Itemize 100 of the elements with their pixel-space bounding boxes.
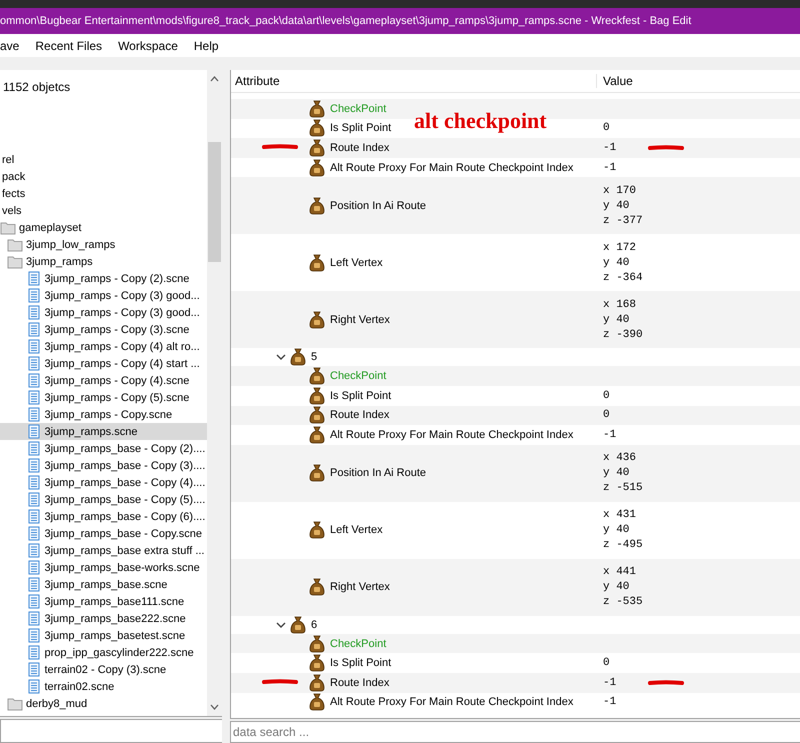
tree-item[interactable]: terrain02.scne [0,678,207,695]
vector-component: z -495 [603,539,643,552]
attribute-name: Is Split Point [330,657,392,670]
attribute-value: 0 [603,657,610,670]
sack-icon [309,119,325,138]
tree-item[interactable]: 3jump_ramps - Copy (3) good... [0,304,207,321]
menu-item[interactable]: Workspace [118,38,178,52]
document-icon [26,305,42,320]
vector-component: x 431 [603,509,638,522]
tree-item[interactable]: 3jump_ramps_base222.scne [0,610,207,627]
tree-item[interactable]: 3jump_ramps.scne [0,423,207,440]
column-header[interactable]: Value [597,74,633,88]
sack-icon [309,254,325,272]
menu-item[interactable]: ave [0,38,20,52]
tree-item[interactable]: 3jump_ramps - Copy.scne [0,406,207,423]
tree-item[interactable]: fects [0,185,207,202]
tree-item[interactable]: prop_ipp_gascylinder222.scne [0,644,207,661]
document-icon [26,288,42,303]
tree-item[interactable]: 3jump_ramps - Copy (3) good... [0,287,207,304]
sack-icon [309,100,325,118]
tree-item[interactable]: 3jump_ramps - Copy (3).scne [0,321,207,338]
class-name: CheckPoint [330,638,386,650]
sack-icon [309,406,325,424]
tree-item[interactable]: 3jump_ramps_base - Copy.scne [0,525,207,542]
vector-component: x 172 [603,242,638,254]
tree-item[interactable]: 3jump_low_ramps [0,236,207,253]
tree-item[interactable]: 3jump_ramps_base - Copy (2).... [0,440,207,457]
tree-item[interactable]: 3jump_ramps - Copy (4).scne [0,372,207,389]
sack-icon [309,654,325,672]
vector-component: x 441 [603,566,638,578]
document-icon [26,271,42,286]
vector-component: y 40 [603,314,630,326]
sack-icon [290,616,306,634]
attribute-value: 0 [603,390,610,402]
attribute-name: Left Vertex [330,256,383,269]
tree-item[interactable]: 3jump_ramps_base - Copy (6).... [0,508,207,525]
tree-item[interactable]: 3jump_ramps [0,253,207,270]
vector-component: x 436 [603,452,638,464]
vector-component: x 170 [603,184,638,197]
attribute-name: Alt Route Proxy For Main Route Checkpoint Index [330,428,574,441]
tree-item[interactable]: 3jump_ramps - Copy (5).scne [0,389,207,406]
document-icon [26,390,42,405]
sack-icon [309,158,325,177]
vector-component: x 168 [603,298,638,311]
sack-icon [309,196,325,215]
document-icon [26,322,42,337]
class-name: CheckPoint [330,370,386,382]
tree-item[interactable]: 3jump_ramps - Copy (2).scne [0,270,207,287]
attribute-value: -1 [603,696,616,708]
empty-field[interactable] [0,719,222,743]
vector-component: y 40 [603,524,630,536]
tree-item[interactable]: 3jump_ramps_base extra stuff ... [0,542,207,559]
tree-item[interactable]: 3jump_ramps_base - Copy (4).... [0,474,207,491]
sack-icon [309,138,325,157]
attribute-value: -1 [603,428,616,441]
menu-item[interactable]: Recent Files [35,38,102,52]
vector-component: z -390 [603,328,643,341]
column-header[interactable]: Attribute [231,74,597,88]
tree-item[interactable]: derby8_mud [0,695,207,712]
sack-icon [309,367,325,386]
tree-item[interactable]: 3jump_ramps_base.scne [0,576,207,593]
chevron-icon[interactable] [275,620,287,630]
attribute-name: Left Vertex [330,524,383,536]
sack-icon [309,693,325,712]
search-field[interactable]: data search ... [230,721,800,743]
vector-component: y 40 [603,256,630,269]
tree-item[interactable]: 3jump_ramps_base111.scne [0,593,207,610]
tree-item[interactable]: terrain02 - Copy (3).scne [0,661,207,678]
scrollbar-thumb[interactable] [208,142,221,262]
attribute-name: Route Index [330,142,390,154]
attribute-name: Is Split Point [330,122,392,134]
tree-item[interactable]: 3jump_ramps_basetest.scne [0,627,207,644]
tree-item[interactable]: 3jump_ramps_base - Copy (5).... [0,491,207,508]
vector-component: y 40 [603,200,630,212]
vector-component: z -377 [603,214,643,227]
chevron-icon[interactable] [275,352,287,362]
tree-item[interactable]: pack [0,168,207,185]
vector-component: z -515 [603,482,643,494]
tree-item[interactable]: 3jump_ramps_base - Copy (3).... [0,457,207,474]
attribute-value: -1 [603,142,616,154]
attribute-value: -1 [603,162,616,174]
folder-icon [7,238,23,252]
sack-icon [309,521,325,540]
tree-item[interactable]: gameplayset [0,219,207,236]
group-label: 6 [311,618,318,631]
group-label: 5 [311,351,318,364]
tree-item[interactable]: 3jump_ramps_base-works.scne [0,559,207,576]
attribute-name: Route Index [330,409,390,422]
tree-item[interactable]: 3jump_ramps - Copy (4) alt ro... [0,338,207,355]
attribute-value: -1 [603,676,616,689]
menu-item[interactable]: Help [194,38,219,52]
tree-item[interactable]: vels [0,202,207,219]
document-icon [26,526,42,541]
document-icon [26,373,42,388]
document-icon [26,356,42,371]
document-icon [26,458,42,473]
document-icon [26,577,42,592]
vector-component: z -364 [603,272,643,284]
tree-item[interactable]: rel [0,151,207,168]
tree-item[interactable]: 3jump_ramps - Copy (4) start ... [0,355,207,372]
